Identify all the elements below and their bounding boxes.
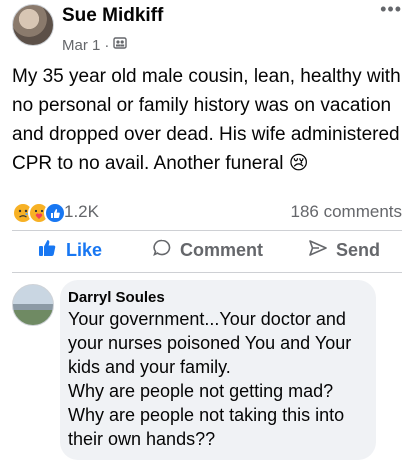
author-avatar[interactable] — [12, 4, 54, 46]
send-icon — [308, 238, 328, 263]
comment-author[interactable]: Darryl Soules — [68, 289, 165, 306]
comment-button[interactable]: Comment — [152, 238, 263, 263]
send-button[interactable]: Send — [308, 238, 380, 263]
post-header: Sue Midkiff Mar 1 · ••• — [0, 0, 414, 60]
comment-bubble[interactable]: Darryl Soules Your government...Your doc… — [60, 280, 376, 460]
thumbs-up-icon — [38, 238, 58, 263]
send-label: Send — [336, 240, 381, 260]
meta-separator: · — [104, 36, 110, 54]
divider — [12, 272, 402, 273]
like-label: Like — [66, 240, 103, 260]
comment-bubble-icon — [152, 238, 172, 263]
commenter-avatar[interactable] — [12, 284, 54, 326]
divider — [12, 230, 402, 231]
like-reaction-icon — [44, 202, 66, 224]
post-actions: Like Comment Send — [0, 232, 414, 270]
post-date[interactable]: Mar 1 — [62, 37, 100, 54]
reactions-row[interactable]: 1.2K 186 comments — [12, 198, 402, 226]
reaction-count[interactable]: 1.2K — [64, 202, 99, 222]
like-button[interactable]: Like — [38, 238, 102, 263]
more-options-icon[interactable]: ••• — [380, 0, 402, 18]
comment-label: Comment — [180, 240, 264, 260]
comment: Darryl Soules Your government...Your doc… — [0, 278, 414, 460]
reaction-icons — [12, 202, 66, 224]
author-name[interactable]: Sue Midkiff — [62, 5, 163, 27]
comment-text: Your government...Your doctor and your n… — [68, 309, 352, 449]
post-text: My 35 year old male cousin, lean, health… — [12, 66, 401, 174]
friends-icon — [113, 36, 128, 54]
post-meta: Mar 1 · — [62, 36, 128, 54]
comments-count[interactable]: 186 comments — [291, 202, 403, 222]
